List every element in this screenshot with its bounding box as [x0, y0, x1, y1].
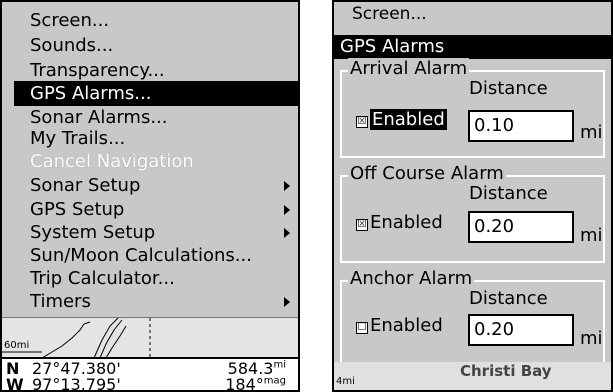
gps-alarms-screen: Screen... GPS Alarms Arrival Alarm Dista… [332, 0, 613, 392]
unit-label: mi [580, 328, 603, 349]
menu-item-label: System Setup [30, 222, 156, 243]
heading-unit: mag [263, 375, 286, 387]
menu-item-label: Cancel Navigation [30, 151, 194, 172]
menu-item-gps-setup[interactable]: GPS Setup [14, 197, 298, 222]
menu-item-label: Sun/Moon Calculations... [30, 245, 252, 266]
menu-item-label: Screen... [30, 10, 110, 31]
menu-item-label: Transparency... [30, 60, 165, 81]
coastline-graphic [2, 317, 151, 359]
map-scale: 60mi [4, 340, 30, 351]
enabled-label[interactable]: Enabled [370, 212, 443, 233]
menu-item-sounds[interactable]: Sounds... [14, 33, 298, 58]
distance-label: Distance [469, 288, 548, 309]
menu-item-label: Sonar Setup [30, 175, 141, 196]
group-title: Arrival Alarm [348, 58, 470, 79]
menu-item-screen[interactable]: Screen... [14, 8, 298, 33]
menu-item-sun-moon[interactable]: Sun/Moon Calculations... [14, 243, 298, 268]
map-scale: 4mi [336, 376, 355, 387]
menu-item-label: My Trails... [30, 128, 126, 149]
menu-item-screen[interactable]: Screen... [352, 4, 427, 24]
menu-item-system-setup[interactable]: System Setup [14, 220, 298, 245]
dialog-title: GPS Alarms [334, 35, 611, 59]
submenu-arrow-icon [284, 297, 290, 307]
menu-item-label: Timers [30, 291, 91, 312]
longitude-direction: W [6, 375, 24, 392]
checkbox-unchecked-icon[interactable]: ☐ [356, 322, 368, 334]
unit-label: mi [580, 225, 603, 246]
map-strip: 4mi Christi Bay [334, 362, 611, 390]
menu-screen: Screen... Sounds... Transparency... GPS … [0, 0, 300, 392]
group-title: Anchor Alarm [348, 268, 475, 289]
submenu-arrow-icon [284, 181, 290, 191]
heading-value: 184° [225, 375, 264, 392]
menu-item-sonar-setup[interactable]: Sonar Setup [14, 173, 298, 198]
menu-item-label: Sounds... [30, 35, 114, 56]
arrival-alarm-group: Arrival Alarm Distance ☒ Enabled 0.10 mi [340, 58, 605, 158]
map-strip: 60mi [2, 317, 298, 359]
checkbox-checked-icon[interactable]: ☒ [356, 219, 368, 231]
unit-label: mi [580, 122, 603, 143]
menu-item-gps-alarms[interactable]: GPS Alarms... [14, 81, 298, 106]
coordinate-readout: N 27°47.380' 584.3mi W 97°13.795' 184°ma… [2, 357, 298, 392]
menu-item-cancel-navigation: Cancel Navigation [14, 149, 298, 174]
heading-readout: 184°mag [225, 375, 286, 392]
place-name: Christi Bay [460, 362, 552, 380]
menu-item-trip-calculator[interactable]: Trip Calculator... [14, 266, 298, 291]
distance-field[interactable]: 0.20 [468, 211, 574, 243]
menu-item-label: GPS Setup [30, 199, 125, 220]
distance-label: Distance [469, 78, 548, 99]
menu-item-transparency[interactable]: Transparency... [14, 58, 298, 83]
enabled-label[interactable]: Enabled [370, 315, 443, 336]
menu-item-label: Trip Calculator... [30, 268, 175, 289]
checkbox-checked-icon[interactable]: ☒ [356, 116, 368, 128]
distance-field[interactable]: 0.10 [468, 110, 574, 142]
menu-item-my-trails[interactable]: My Trails... [14, 126, 298, 151]
distance-unit: mi [273, 359, 286, 371]
menu-item-label: GPS Alarms... [30, 83, 152, 104]
submenu-arrow-icon [284, 228, 290, 238]
distance-field[interactable]: 0.20 [468, 314, 574, 346]
longitude: 97°13.795' [32, 375, 121, 392]
distance-label: Distance [469, 183, 548, 204]
enabled-label[interactable]: Enabled [370, 109, 447, 130]
menu-item-label: Sonar Alarms... [30, 107, 168, 128]
submenu-arrow-icon [284, 205, 290, 215]
group-title: Off Course Alarm [348, 163, 506, 184]
menu-item-timers[interactable]: Timers [14, 289, 298, 314]
off-course-alarm-group: Off Course Alarm Distance ☒ Enabled 0.20… [340, 163, 605, 263]
anchor-alarm-group: Anchor Alarm Distance ☐ Enabled 0.20 mi [340, 268, 605, 368]
